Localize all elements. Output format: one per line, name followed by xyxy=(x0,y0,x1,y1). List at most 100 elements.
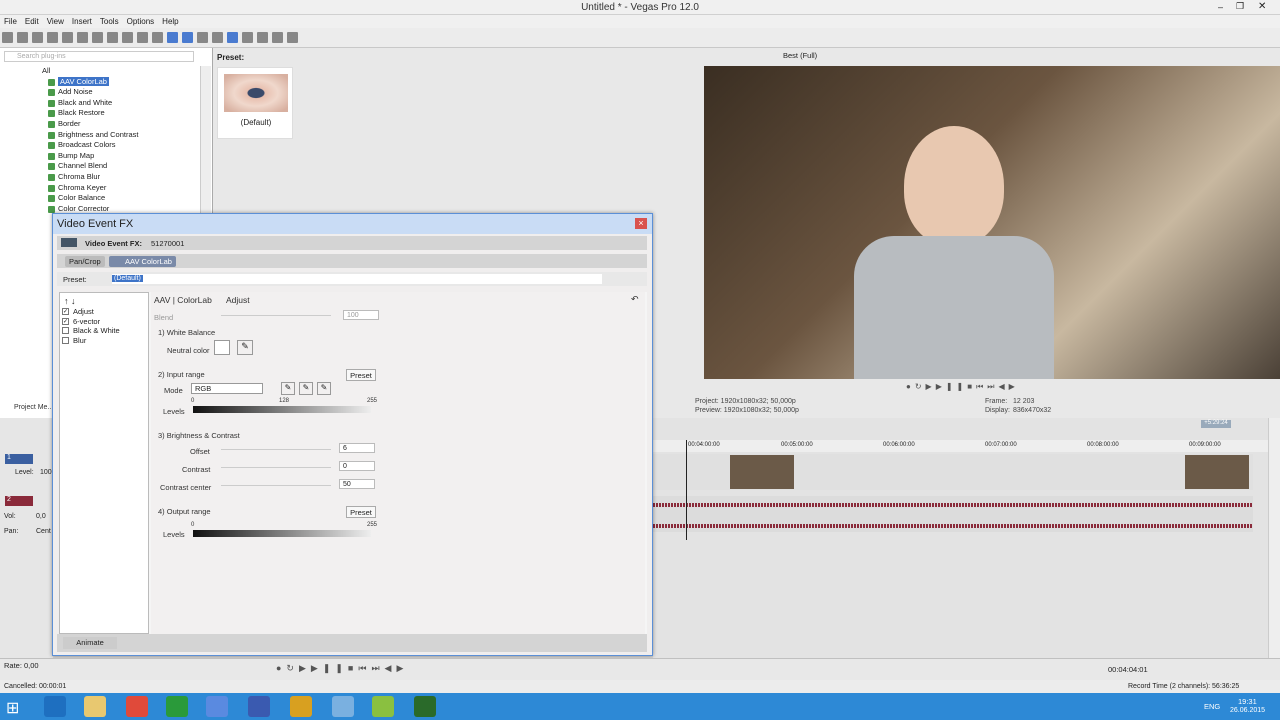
save-as-icon[interactable] xyxy=(47,32,58,43)
redo-icon[interactable] xyxy=(152,32,163,43)
save-icon[interactable] xyxy=(32,32,43,43)
menu-help[interactable]: Help xyxy=(162,17,178,26)
ie-icon[interactable] xyxy=(44,696,66,717)
gray-eyedropper-icon[interactable]: ✎ xyxy=(299,382,313,395)
close-button[interactable]: ✕ xyxy=(1258,1,1266,12)
project-media-tab[interactable]: Project Me... xyxy=(14,404,53,411)
fx-close-button[interactable]: × xyxy=(635,218,647,229)
track-1-header[interactable]: 1 xyxy=(5,454,33,464)
menu-file[interactable]: File xyxy=(4,17,17,26)
menu-view[interactable]: View xyxy=(47,17,64,26)
input-levels-gradient[interactable] xyxy=(193,406,371,413)
preview-transport[interactable]: ●↻▶▶❚❚■⏮⏭◀▶ xyxy=(906,382,1056,392)
blend-value[interactable]: 100 xyxy=(343,310,379,320)
reset-icon[interactable]: ↶ xyxy=(631,294,639,305)
normal-edit-tool-icon[interactable] xyxy=(227,32,238,43)
chain-pan-crop[interactable]: Pan/Crop xyxy=(65,256,105,267)
video-clip[interactable] xyxy=(730,455,794,489)
menu-tools[interactable]: Tools xyxy=(100,17,119,26)
auto-ripple-icon[interactable] xyxy=(182,32,193,43)
eyedropper-icon[interactable]: ✎ xyxy=(237,340,253,355)
playhead[interactable] xyxy=(686,440,687,540)
offset-value[interactable]: 6 xyxy=(339,443,375,453)
selection-tool-icon[interactable] xyxy=(257,32,268,43)
neutral-color-swatch[interactable] xyxy=(214,340,230,355)
clock-time[interactable]: 19:31 xyxy=(1238,697,1257,706)
paste-icon[interactable] xyxy=(122,32,133,43)
animate-button[interactable]: Animate xyxy=(63,637,117,649)
video-clip[interactable] xyxy=(1185,455,1249,489)
undo-icon[interactable] xyxy=(137,32,148,43)
tree-item[interactable]: Chroma Keyer xyxy=(4,183,194,194)
render-icon[interactable] xyxy=(62,32,73,43)
tree-item[interactable]: Broadcast Colors xyxy=(4,140,194,151)
preview-quality-select[interactable]: Best (Full) xyxy=(783,51,817,60)
explorer-icon[interactable] xyxy=(84,696,106,717)
open-icon[interactable] xyxy=(17,32,28,43)
white-eyedropper-icon[interactable]: ✎ xyxy=(317,382,331,395)
tree-item[interactable]: Bump Map xyxy=(4,151,194,162)
tree-item[interactable]: Black Restore xyxy=(4,108,194,119)
headphones-icon[interactable] xyxy=(290,696,312,717)
timeline-ruler[interactable] xyxy=(653,440,1268,452)
menu-insert[interactable]: Insert xyxy=(72,17,92,26)
contrast-value[interactable]: 0 xyxy=(339,461,375,471)
tree-item[interactable]: Chroma Blur xyxy=(4,172,194,183)
tree-item[interactable]: Channel Blend xyxy=(4,161,194,172)
app-icon[interactable] xyxy=(332,696,354,717)
tree-item[interactable]: Color Balance xyxy=(4,193,194,204)
output-preset-button[interactable]: Preset xyxy=(346,506,376,518)
contrast-center-value[interactable]: 50 xyxy=(339,479,375,489)
offset-slider[interactable] xyxy=(221,449,331,450)
lock-envelopes-icon[interactable] xyxy=(197,32,208,43)
ignore-grouping-icon[interactable] xyxy=(212,32,223,43)
tree-root-all[interactable]: All xyxy=(4,66,194,77)
menu-edit[interactable]: Edit xyxy=(25,17,39,26)
start-windows-icon[interactable]: ⊞ xyxy=(6,698,19,718)
zoom-tool-icon[interactable] xyxy=(272,32,283,43)
tree-item[interactable]: Border xyxy=(4,119,194,130)
move-arrows-icon[interactable]: ↑ ↓ xyxy=(60,293,148,307)
track-2-header[interactable]: 2 xyxy=(5,496,33,506)
transport-controls[interactable]: ●↻▶▶❚❚■⏮⏭◀▶ xyxy=(276,663,408,674)
tree-item[interactable]: Black and White xyxy=(4,98,194,109)
properties-icon[interactable] xyxy=(77,32,88,43)
list-item-6-vector[interactable]: ✓ 6-vector xyxy=(60,317,148,327)
snap-icon[interactable] xyxy=(167,32,178,43)
list-item-black-white[interactable]: Black & White xyxy=(60,326,148,336)
maximize-button[interactable]: ❐ xyxy=(1236,1,1244,12)
mode-select[interactable]: RGB xyxy=(191,383,263,394)
clock-date[interactable]: 26.06.2015 xyxy=(1230,707,1265,714)
tree-item[interactable]: Brightness and Contrast xyxy=(4,130,194,141)
nvidia-icon[interactable] xyxy=(414,696,436,717)
fx-tab-adjust[interactable]: Adjust xyxy=(226,295,250,305)
fx-preset-select[interactable]: (Default) xyxy=(112,274,602,284)
tree-item[interactable]: Add Noise xyxy=(4,87,194,98)
vegas-icon[interactable] xyxy=(248,696,270,717)
contrast-slider[interactable] xyxy=(221,467,331,468)
input-preset-button[interactable]: Preset xyxy=(346,369,376,381)
help-icon[interactable] xyxy=(287,32,298,43)
media-player-icon[interactable] xyxy=(206,696,228,717)
list-item-adjust[interactable]: ✓ Adjust xyxy=(60,307,148,317)
list-item-blur[interactable]: Blur xyxy=(60,336,148,346)
language-indicator[interactable]: ENG xyxy=(1204,702,1220,711)
file-icon[interactable] xyxy=(372,696,394,717)
timeline-scrollbar[interactable] xyxy=(1268,418,1280,658)
timeline[interactable]: +5:29:24 00:04:00:00 00:05:00:00 00:06:0… xyxy=(653,418,1280,658)
output-levels-gradient[interactable] xyxy=(193,530,371,537)
chrome-icon[interactable] xyxy=(126,696,148,717)
chain-aav-colorlab[interactable]: AAV ColorLab xyxy=(109,256,176,267)
excel-icon[interactable] xyxy=(166,696,188,717)
preset-thumbnail[interactable]: (Default) xyxy=(217,67,293,139)
tree-item-aav-colorlab[interactable]: AAV ColorLab xyxy=(4,76,194,88)
plugin-search-input[interactable]: Search plug-ins xyxy=(4,51,194,62)
blend-slider[interactable] xyxy=(221,315,331,316)
minimize-button[interactable]: – xyxy=(1218,2,1223,12)
new-icon[interactable] xyxy=(2,32,13,43)
copy-icon[interactable] xyxy=(107,32,118,43)
envelope-tool-icon[interactable] xyxy=(242,32,253,43)
menu-options[interactable]: Options xyxy=(127,17,155,26)
black-eyedropper-icon[interactable]: ✎ xyxy=(281,382,295,395)
contrast-center-slider[interactable] xyxy=(221,485,331,486)
